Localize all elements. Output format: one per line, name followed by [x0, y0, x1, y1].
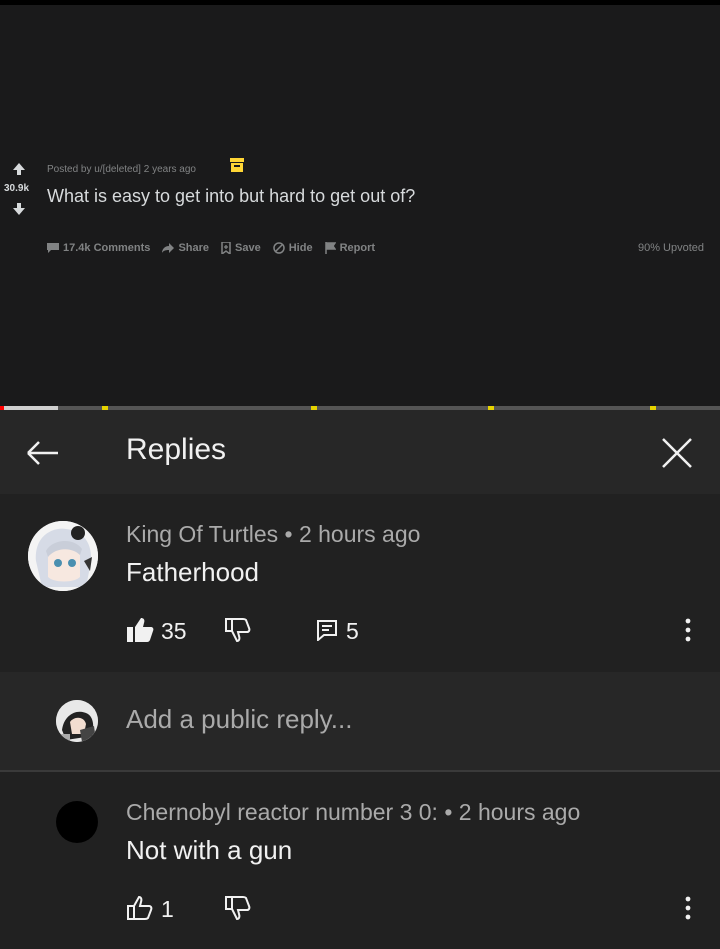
comment-text: Fatherhood	[126, 557, 259, 587]
post-title: What is easy to get into but hard to get…	[47, 186, 416, 206]
back-arrow-icon[interactable]	[24, 434, 62, 472]
replies-button[interactable]	[316, 619, 338, 641]
thumbs-up-icon	[127, 895, 153, 920]
posted-by-line: Posted by u/[deleted] 2 years ago	[47, 164, 196, 175]
share-action: Share	[162, 242, 209, 254]
share-arrow-icon	[162, 243, 175, 253]
avatar	[56, 700, 98, 742]
replies-header	[0, 410, 720, 494]
anime-avatar-image	[28, 521, 98, 591]
dislike-button[interactable]	[224, 895, 252, 921]
hide-action: Hide	[272, 242, 313, 254]
avatar[interactable]	[28, 521, 98, 591]
upvote-arrow-icon	[13, 163, 25, 175]
user-avatar-image	[56, 700, 98, 742]
flag-icon	[324, 242, 336, 254]
top-strip	[0, 0, 720, 5]
post-actions: 17.4k Comments Share Save Hide Report	[47, 242, 375, 254]
report-label: Report	[339, 242, 376, 254]
downvote-arrow-icon	[13, 203, 25, 215]
comment-author-line: King Of Turtles • 2 hours ago	[126, 521, 421, 547]
thumbs-down-icon	[225, 896, 251, 921]
dislike-button[interactable]	[224, 617, 252, 643]
reply-author-line: Chernobyl reactor number 3 0: • 2 hours …	[126, 799, 581, 825]
reply-text: Not with a gun	[126, 835, 293, 865]
like-button[interactable]	[126, 895, 154, 921]
comment-bubble-icon	[47, 243, 59, 253]
hide-label: Hide	[288, 242, 313, 254]
thumbs-down-icon	[225, 618, 251, 643]
more-options-icon[interactable]	[684, 894, 692, 924]
hide-circle-icon	[272, 242, 285, 254]
more-options-icon[interactable]	[684, 616, 692, 646]
save-label: Save	[235, 242, 261, 254]
like-button[interactable]	[126, 617, 154, 643]
share-label: Share	[178, 242, 210, 254]
reply-count: 5	[346, 618, 359, 644]
like-count: 35	[161, 618, 187, 644]
panel-title: Replies	[126, 433, 227, 466]
comments-action: 17.4k Comments	[47, 242, 150, 254]
like-count: 1	[161, 896, 174, 922]
post-score: 30.9k	[4, 183, 30, 194]
close-icon[interactable]	[658, 434, 696, 472]
bookmark-icon	[221, 242, 231, 254]
avatar[interactable]	[56, 801, 98, 843]
reply-input[interactable]: Add a public reply...	[126, 704, 352, 735]
comments-count: 17.4k Comments	[63, 242, 151, 254]
comment-icon	[317, 620, 337, 641]
archive-icon	[230, 158, 244, 172]
divider	[0, 770, 720, 772]
reply-input-area[interactable]	[0, 672, 720, 770]
report-action: Report	[324, 242, 376, 254]
upvoted-percent: 90% Upvoted	[637, 242, 704, 254]
thumbs-up-filled-icon	[127, 618, 154, 642]
save-action: Save	[221, 242, 261, 254]
